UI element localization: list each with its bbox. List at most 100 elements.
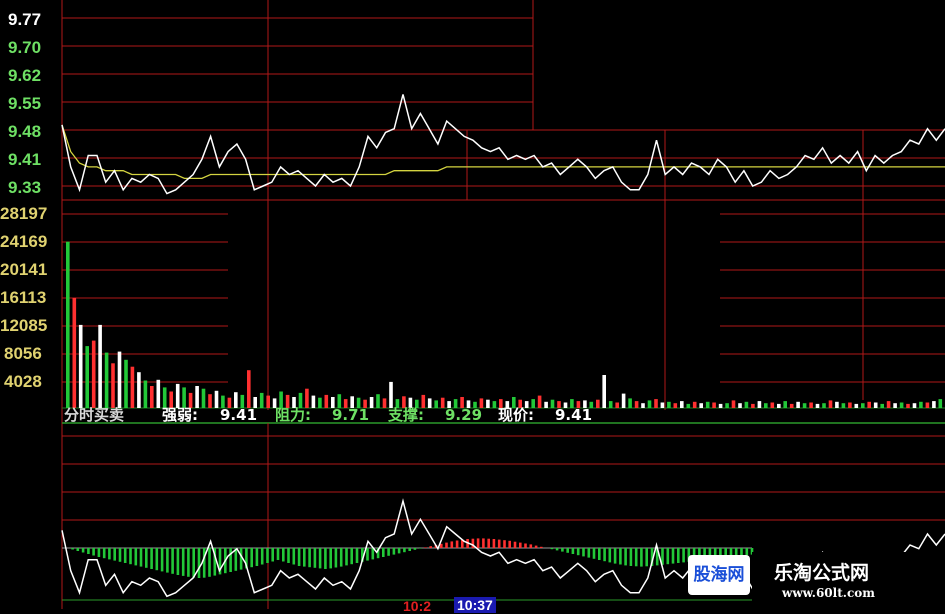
oscillator-bar [529, 544, 533, 548]
oscillator-bar [176, 548, 180, 575]
oscillator-bar [503, 540, 506, 548]
oscillator-bar [145, 548, 148, 568]
volume-bar [440, 397, 445, 408]
volume-bar [596, 399, 600, 408]
volume-bar [486, 399, 490, 408]
volume-bar [369, 397, 374, 408]
oscillator-bar [181, 548, 185, 576]
oscillator-bar [292, 548, 296, 565]
volume-bar [848, 402, 852, 408]
volume-bar [680, 401, 684, 408]
oscillator-bar [129, 548, 132, 565]
time-label-left: 10:2 [403, 598, 432, 614]
oscillator-bar [76, 548, 80, 551]
oscillator-bar [150, 548, 153, 569]
oscillator-bar [350, 548, 353, 565]
volume-tick-label: 24169 [0, 232, 47, 251]
support-label: 支撑: [387, 406, 424, 424]
oscillator-bar [160, 548, 164, 572]
oscillator-bar [524, 543, 527, 548]
volume-bar [880, 403, 884, 408]
volume-bar [130, 366, 135, 408]
oscillator-bar [134, 548, 138, 566]
price-tick-label: 9.70 [8, 38, 41, 57]
volume-bar [886, 401, 891, 408]
oscillator-bar [587, 548, 591, 558]
volume-bar [91, 340, 96, 408]
chart-background [0, 0, 945, 609]
oscillator-bar [561, 548, 564, 552]
oscillator-bar [324, 548, 327, 569]
volume-bar [544, 401, 548, 408]
strength-value: 9.41 [220, 406, 257, 424]
volume-bar [731, 400, 736, 408]
oscillator-bar [608, 548, 612, 563]
volume-bar [841, 403, 846, 408]
volume-bar [938, 399, 943, 408]
oscillator-bar [487, 538, 490, 548]
oscillator-bar [382, 548, 385, 557]
oscillator-bar [682, 548, 685, 563]
volume-bar [899, 402, 904, 408]
volume-bar [718, 403, 723, 408]
oscillator-bar [592, 548, 596, 559]
volume-bar [376, 394, 380, 408]
volume-bar [873, 402, 878, 408]
oscillator-bar [71, 548, 74, 550]
volume-bar [692, 401, 697, 408]
current-price-label: 现价: [498, 406, 534, 424]
oscillator-bar [671, 548, 675, 564]
oscillator-bar [276, 548, 280, 560]
volume-bar [770, 402, 775, 408]
watermark-site-name: 乐淘公式网 [774, 562, 870, 584]
oscillator-bar [202, 548, 206, 578]
oscillator-bar [519, 542, 522, 548]
oscillator-bar [666, 548, 670, 565]
volume-bar [98, 324, 102, 408]
volume-bar [162, 387, 167, 408]
volume-bar [738, 403, 742, 408]
volume-bar [72, 297, 77, 408]
oscillator-bar [576, 548, 580, 556]
stock-chart: 9.77 9.70 9.62 9.55 9.48 9.41 9.33 28197… [0, 0, 945, 609]
indicator-title: 分时买卖 [64, 406, 124, 424]
oscillator-bar [92, 548, 95, 556]
volume-bar [854, 403, 859, 408]
oscillator-bar [345, 548, 348, 566]
oscillator-bar [677, 548, 680, 563]
volume-bar [667, 401, 671, 408]
oscillator-bar [619, 548, 622, 565]
volume-bar [111, 363, 115, 408]
volume-bar [628, 398, 632, 408]
oscillator-bar [297, 548, 301, 566]
volume-bar [725, 403, 729, 408]
oscillator-bar [571, 548, 575, 554]
oscillator-bar [429, 546, 432, 548]
oscillator-bar [239, 548, 243, 570]
volume-bar [104, 352, 109, 408]
watermark-block: 乐淘公式网 www.60lt.com [752, 552, 945, 609]
current-price-value: 9.41 [555, 406, 592, 424]
volume-tick-label: 16113 [0, 288, 46, 307]
volume-bar [654, 399, 658, 408]
volume-bar [124, 359, 128, 408]
oscillator-bar [492, 539, 496, 548]
oscillator-bar [303, 548, 306, 567]
volume-bar [389, 381, 393, 408]
volume-bar [764, 403, 768, 408]
oscillator-bar [166, 548, 169, 573]
volume-bar [266, 395, 270, 408]
volume-bar [802, 403, 807, 408]
oscillator-bar [629, 548, 633, 566]
oscillator-bar [566, 548, 569, 553]
oscillator-bar [81, 548, 85, 553]
oscillator-bar [387, 548, 390, 556]
resistance-label: 阻力: [275, 406, 311, 424]
oscillator-bar [624, 548, 627, 566]
volume-tick-label: 8056 [4, 344, 42, 363]
volume-bar [85, 346, 89, 408]
volume-bar [893, 403, 897, 408]
oscillator-bar [250, 548, 253, 568]
volume-bar [66, 241, 70, 408]
oscillator-bar [339, 548, 343, 567]
